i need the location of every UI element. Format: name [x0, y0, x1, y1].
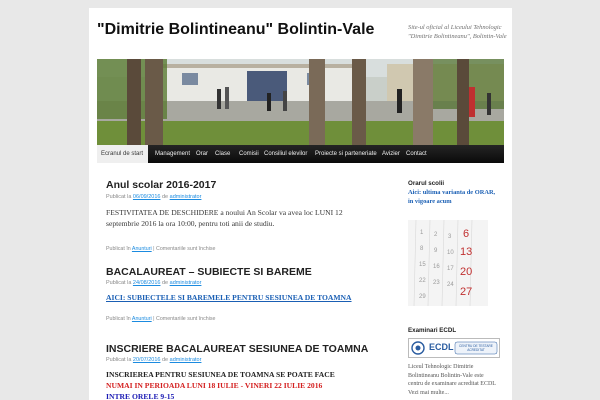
post-title-anul-scolar[interactable]: Anul scolar 2016-2017 [106, 179, 216, 191]
post-date-link[interactable]: 24/08/2016 [133, 280, 161, 286]
main-navigation: Ecranul de start Management Orar Clase C… [97, 145, 504, 163]
orar-link[interactable]: Aici: ultima varianta de ORAR, in vigoar… [408, 189, 498, 206]
foot-separator: | [153, 246, 155, 252]
calendar-image[interactable]: 1 8 15 22 29 2 9 16 23 3 10 17 24 6 13 20 27 [408, 220, 488, 306]
foot-prefix: Publicat în [106, 246, 131, 252]
ecdl-badge-text: CENTRU DE TESTARE ACREDITAT [459, 344, 493, 352]
post-footer: Publicat în Anunturi | Comentariile sunt… [106, 316, 216, 322]
post-date-link[interactable]: 06/09/2016 [133, 194, 161, 200]
nav-item-avizier[interactable]: Avizier [382, 145, 400, 163]
ecdl-text: Liceul Tehnologic Dimitrie Bolintineanu … [408, 364, 496, 387]
svg-text:22: 22 [419, 278, 426, 284]
subiecte-bareme-link[interactable]: AICI: SUBIECTELE SI BAREMELE PENTRU SESI… [106, 293, 352, 302]
nav-item-proiecte[interactable]: Proiecte si parteneriate [315, 145, 377, 163]
inscriere-line-2: NUMAI IN PERIOADA LUNI 18 IULIE - VINERI… [106, 381, 323, 390]
svg-text:16: 16 [433, 264, 440, 270]
post-author-link[interactable]: administrator [170, 280, 202, 286]
svg-text:24: 24 [447, 282, 454, 288]
post-meta: Publicat la 06/09/2016 de administrator [106, 194, 201, 200]
calendar-number: 6 [463, 228, 470, 240]
category-link[interactable]: Anunturi [132, 246, 152, 252]
comments-closed: Comentariile sunt închise [156, 246, 216, 252]
ecdl-logo-text: ECDL [429, 342, 454, 352]
calendar-icon: 18152229 291623 3101724 [408, 220, 488, 306]
inscriere-line-3: INTRE ORELE 9-15 [106, 392, 175, 400]
inscriere-line-1: INSCRIEREA PENTRU SESIUNEA DE TOAMNA SE … [106, 370, 335, 379]
sidebar-heading-ecdl: Examinari ECDL [408, 327, 457, 334]
banner-photo [97, 59, 504, 145]
svg-text:23: 23 [433, 280, 440, 286]
post-author-link[interactable]: administrator [170, 357, 202, 363]
meta-prefix: Publicat la [106, 194, 132, 200]
nav-item-management[interactable]: Management [155, 145, 190, 163]
category-link[interactable]: Anunturi [132, 316, 152, 322]
svg-text:15: 15 [419, 262, 426, 268]
site-description: Site-ul oficial al Liceului Tehnologic "… [408, 24, 507, 40]
nav-item-consiliul-elevilor[interactable]: Consiliul elevilor [264, 145, 307, 163]
svg-text:17: 17 [447, 266, 454, 272]
comments-closed: Comentariile sunt închise [156, 316, 216, 322]
nav-item-comisii[interactable]: Comisii [239, 145, 259, 163]
post-date-link[interactable]: 20/07/2016 [133, 357, 161, 363]
calendar-number: 20 [460, 266, 473, 278]
svg-text:29: 29 [419, 294, 426, 300]
site-title[interactable]: "Dimitrie Bolintineanu" Bolintin-Vale [97, 21, 374, 39]
nav-item-contact[interactable]: Contact [406, 145, 427, 163]
meta-prefix: Publicat la [106, 280, 132, 286]
page-container: "Dimitrie Bolintineanu" Bolintin-Vale Si… [89, 8, 512, 400]
nav-item-orar[interactable]: Orar [196, 145, 208, 163]
svg-text:10: 10 [447, 250, 454, 256]
ecdl-description: Liceul Tehnologic Dimitrie Bolintineanu … [408, 363, 500, 397]
header-banner-image [97, 59, 504, 145]
post-title-inscriere-bacalaureat[interactable]: INSCRIERE BACALAUREAT SESIUNEA DE TOAMNA [106, 343, 368, 355]
meta-by: de [161, 194, 169, 200]
post-meta: Publicat la 20/07/2016 de administrator [106, 357, 201, 363]
post-author-link[interactable]: administrator [170, 194, 202, 200]
post-body: FESTIVITATEA DE DESCHIDERE a noului An S… [106, 208, 343, 228]
calendar-number: 13 [460, 246, 473, 258]
nav-item-clase[interactable]: Clase [215, 145, 230, 163]
sidebar-heading-orar: Orarul scolii [408, 180, 445, 187]
nav-item-ecranul-de-start[interactable]: Ecranul de start [97, 145, 148, 163]
foot-prefix: Publicat în [106, 316, 131, 322]
post-title-bacalaureat-subiecte[interactable]: BACALAUREAT – SUBIECTE SI BAREME [106, 266, 312, 278]
post-footer: Publicat în Anunturi | Comentariile sunt… [106, 246, 216, 252]
ecdl-more-link[interactable]: Vezi mai multe... [408, 390, 449, 396]
ecdl-logo[interactable]: ECDL CENTRU DE TESTARE ACREDITAT [408, 338, 500, 358]
post-meta: Publicat la 24/08/2016 de administrator [106, 280, 201, 286]
meta-by: de [161, 357, 169, 363]
meta-by: de [161, 280, 169, 286]
foot-separator: | [153, 316, 155, 322]
meta-prefix: Publicat la [106, 357, 132, 363]
calendar-number: 27 [460, 286, 473, 298]
